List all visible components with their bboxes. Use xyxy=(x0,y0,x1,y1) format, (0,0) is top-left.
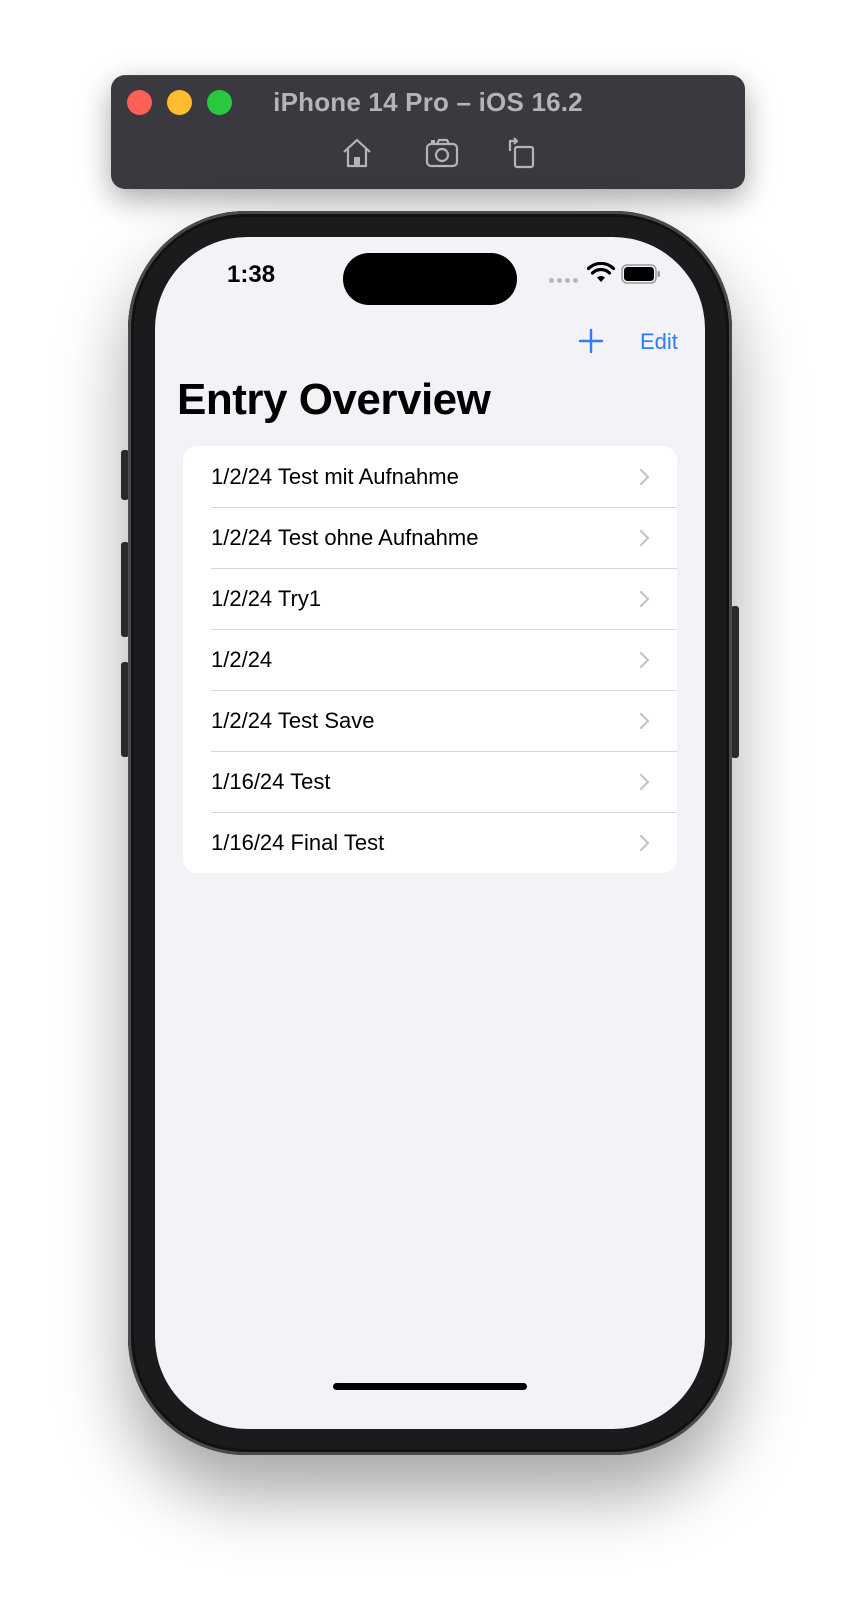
chevron-right-icon xyxy=(639,468,650,486)
entry-label: 1/16/24 Test xyxy=(211,768,331,794)
entry-label: 1/2/24 Test ohne Aufnahme xyxy=(211,524,479,550)
entry-list: 1/2/24 Test mit Aufnahme 1/2/24 Test ohn… xyxy=(183,446,677,873)
chevron-right-icon xyxy=(639,712,650,730)
list-item[interactable]: 1/2/24 Try1 xyxy=(183,568,677,629)
power-button[interactable] xyxy=(731,606,739,758)
list-item[interactable]: 1/2/24 xyxy=(183,629,677,690)
list-item[interactable]: 1/16/24 Test xyxy=(183,751,677,812)
cellular-signal-icon xyxy=(549,278,578,283)
phone-screen: 1:38 Edit Entry Overview 1/2/24 Test mit… xyxy=(155,237,705,1429)
entry-label: 1/2/24 Test mit Aufnahme xyxy=(211,463,459,489)
simulator-title-bar: iPhone 14 Pro – iOS 16.2 xyxy=(111,75,745,189)
battery-icon xyxy=(621,264,660,284)
entry-label: 1/2/24 Test Save xyxy=(211,707,375,733)
wifi-icon xyxy=(587,262,615,282)
dynamic-island xyxy=(343,253,517,305)
add-entry-button[interactable] xyxy=(575,325,607,357)
chevron-right-icon xyxy=(639,529,650,547)
list-item[interactable]: 1/16/24 Final Test xyxy=(183,812,677,873)
plus-icon xyxy=(578,328,604,354)
rotate-icon[interactable] xyxy=(503,135,539,171)
status-time: 1:38 xyxy=(227,261,276,288)
home-indicator[interactable] xyxy=(333,1383,527,1390)
chevron-right-icon xyxy=(639,651,650,669)
chevron-right-icon xyxy=(639,773,650,791)
simulator-title: iPhone 14 Pro – iOS 16.2 xyxy=(273,87,583,117)
entry-label: 1/2/24 Try1 xyxy=(211,585,322,611)
entry-label: 1/2/24 xyxy=(211,646,273,672)
list-item[interactable]: 1/2/24 Test Save xyxy=(183,690,677,751)
edit-button[interactable]: Edit xyxy=(640,329,678,355)
home-icon[interactable] xyxy=(339,135,375,171)
entry-label: 1/16/24 Final Test xyxy=(211,829,385,855)
chevron-right-icon xyxy=(639,834,650,852)
page-title: Entry Overview xyxy=(177,375,491,424)
list-item[interactable]: 1/2/24 Test ohne Aufnahme xyxy=(183,507,677,568)
screenshot-icon[interactable] xyxy=(425,135,461,171)
chevron-right-icon xyxy=(639,590,650,608)
list-item[interactable]: 1/2/24 Test mit Aufnahme xyxy=(183,446,677,507)
